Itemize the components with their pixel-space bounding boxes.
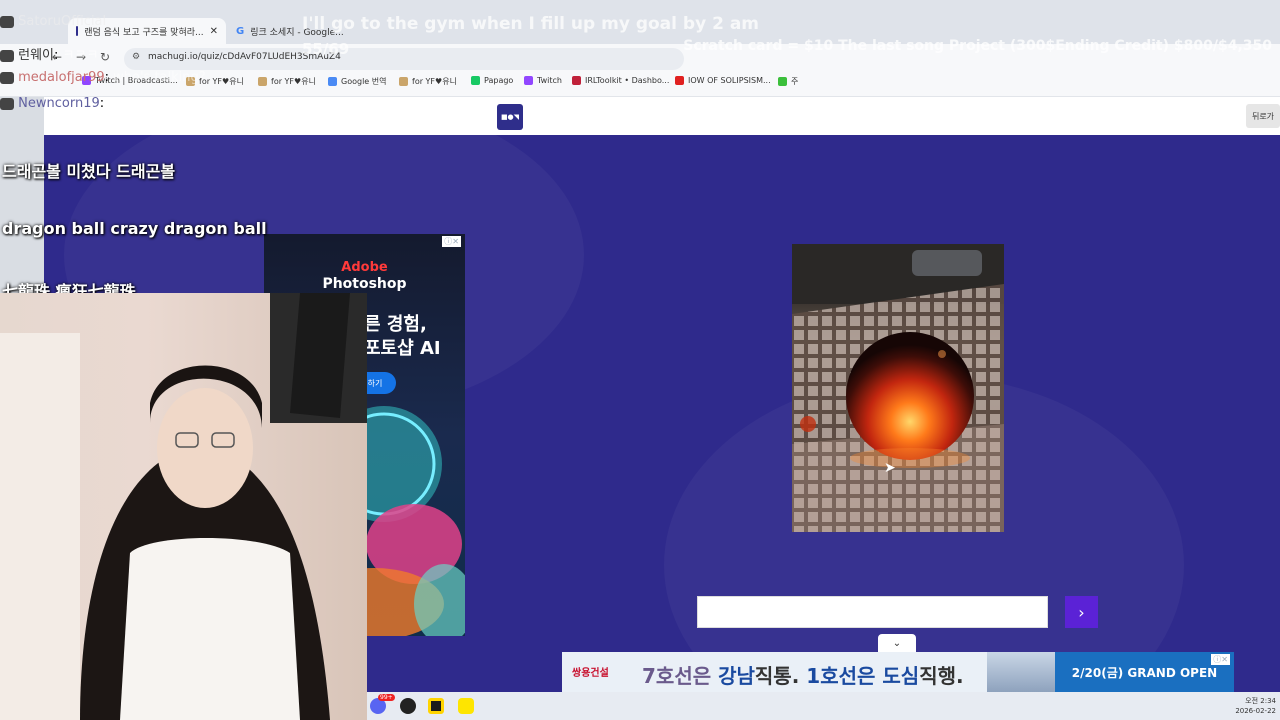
bookmark-item[interactable]: IOW OF SOLIPSISM... [675,76,771,85]
caption-english: dragon ball crazy dragon ball [2,219,267,238]
ad-badge: 2/20(금) GRAND OPEN [1055,652,1234,692]
bookmark-item[interactable]: Papago [471,76,513,85]
mouse-cursor-icon: ➤ [884,460,896,476]
credit-goal-text: Scratch card = $10 The last song Project… [683,38,1272,54]
submit-button[interactable]: › [1065,596,1098,628]
chevron-right-icon: › [1078,602,1085,622]
bookmark-favicon-icon [258,77,267,86]
clock-date: 2026-02-22 [1235,707,1276,715]
bookmark-item[interactable]: Google 번역 [328,76,386,87]
ad-info-icon[interactable]: ⓘ✕ [1211,654,1230,665]
ad-headline-part: 도심 [882,664,920,688]
bookmark-label: Google 번역 [341,77,387,86]
irltoolkit-icon [572,76,581,85]
quiz-image [792,244,1004,532]
chat-message: 런웨이: ㅋㅋㅋ [0,44,98,63]
ad-headline: 른 경험, [364,314,427,335]
chat-avatar-icon [0,49,14,62]
chat-message: Newncorn19: wow [0,96,137,111]
papago-icon [471,76,480,85]
twitch-icon [524,76,533,85]
ad-headline: 포토샵 AI [364,338,441,359]
bookmark-item[interactable]: IRLToolkit • Dashbo... [572,76,669,85]
chat-avatar-icon [0,71,14,84]
notification-badge: 99+ [378,694,395,701]
bookmark-item[interactable]: for YF♥유니 [258,76,316,87]
chat-username: Newncorn19 [18,96,100,111]
bookmark-item[interactable]: for YF♥유니 [399,76,457,87]
reload-icon[interactable]: ↻ [100,50,110,64]
chevron-down-icon: ⌄ [892,637,902,649]
goal-text: I'll go to the gym when I fill up my goa… [302,14,759,34]
chat-text: who's talking? [113,70,206,85]
back-button-label: 뒤로가 [1251,111,1275,121]
streamer-webcam-image [0,293,367,720]
dragon-ball-photo [792,244,1004,532]
ad-headline-part: 직행. [919,664,964,688]
chat-username: medalofjar99 [18,70,105,85]
obs-icon[interactable] [400,698,416,714]
google-icon: G [236,25,245,37]
taskbar-clock[interactable]: 오전 2:34 2026-02-22 [1226,696,1276,716]
chat-message: medalofjar99: who's talking? [0,70,206,85]
apartment-ad-banner[interactable]: 쌍용건설 7호선은 강남직통. 1호선은 도심직행. 2/20(금) GRAND… [562,652,1234,692]
bookmark-item[interactable]: Twitch [524,76,562,85]
google-translate-icon [328,77,337,86]
site-logo[interactable]: ■●◥ [497,104,523,130]
chat-avatar-icon [0,15,14,28]
ad-headline-part: 1호선은 [806,664,883,688]
ad-brand: Adobe [341,260,388,275]
chat-username: 런웨이 [18,48,55,63]
ad-advertiser: 쌍용건설 [572,668,609,679]
ad-product: Photoshop [322,276,407,292]
logo-text: ■●◥ [500,113,520,121]
ad-badge-text: 2/20(금) GRAND OPEN [1071,665,1218,680]
ad-building-image [987,652,1057,692]
ad-headline-part: 강남 [718,664,755,688]
caption-korean: 드래곤볼 미쳤다 드래곤볼 [2,162,176,181]
app-icon[interactable] [428,698,444,714]
bookmark-favicon-icon [778,77,787,86]
bookmark-label: Papago [484,76,514,85]
bookmark-label: IRLToolkit • Dashbo... [585,76,670,85]
ad-cta-label: 하기 [367,378,383,388]
site-info-icon[interactable]: ⚙ [132,52,140,62]
site-header [44,97,1280,135]
bookmark-favicon-icon [399,77,408,86]
chat-text: ㅋㅋㅋ [62,48,99,63]
chat-username: SatoruOfficial [18,14,107,29]
youtube-icon [675,76,684,85]
ad-headline-part: 직통. [754,664,807,688]
chat-text: wow [108,96,138,111]
bookmark-label: for YF♥유니 [412,77,457,86]
ad-headline: 7호선은 강남직통. 1호선은 도심직행. [642,660,964,689]
bookmark-label: 주 [791,77,799,86]
clock-time: 오전 2:34 [1245,697,1276,705]
bookmark-label: Twitch [537,76,562,85]
kakaotalk-icon[interactable] [458,698,474,714]
scroll-down-button[interactable]: ⌄ [878,634,916,652]
bookmark-label: for YF♥유니 [271,77,316,86]
chat-avatar-icon [0,97,14,110]
back-button[interactable]: 뒤로가 [1246,104,1280,128]
ad-headline-part: 7호선은 [642,664,719,688]
webcam-feed [0,293,367,720]
goal-count: 55/69 [302,40,350,58]
chat-message: SatoruOfficial [0,14,106,29]
answer-input[interactable] [697,596,1048,628]
bookmark-item[interactable]: 주 [778,76,798,87]
ad-advertiser-logo: 쌍용건설 [572,664,609,679]
bookmark-label: IOW OF SOLIPSISM... [688,76,771,85]
close-icon[interactable]: ✕ [210,26,218,37]
ad-info-icon[interactable]: ⓘ✕ [442,236,461,247]
